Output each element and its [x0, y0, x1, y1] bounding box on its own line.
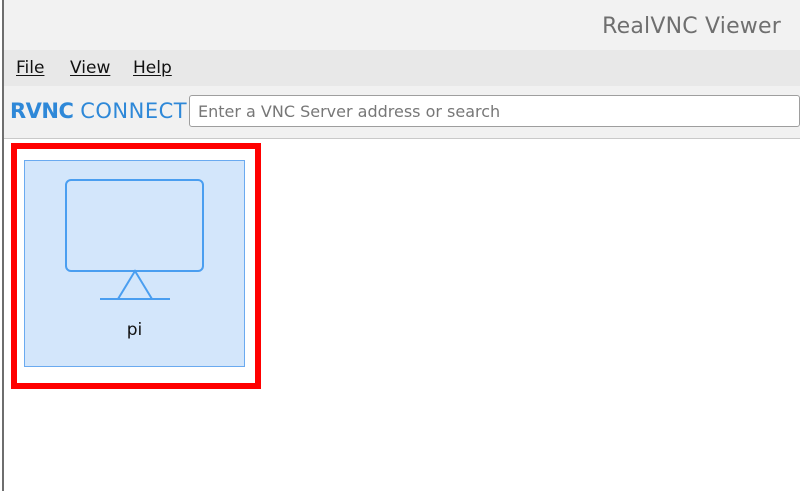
- menu-bar: File View Help: [4, 50, 800, 86]
- menu-view[interactable]: View: [70, 58, 110, 78]
- toolbar: RVNC CONNECT: [4, 86, 800, 139]
- logo-text-main: RVNC: [10, 99, 74, 123]
- logo-text-accent: CONNECT: [80, 99, 188, 123]
- window-title: RealVNC Viewer: [602, 14, 781, 39]
- vnc-viewer-window: RealVNC Viewer File View Help RVNC CONNE…: [0, 0, 800, 491]
- title-bar[interactable]: RealVNC Viewer: [4, 0, 800, 50]
- search-input[interactable]: [189, 95, 800, 127]
- menu-file[interactable]: File: [16, 58, 44, 78]
- menu-help[interactable]: Help: [133, 58, 172, 78]
- vnc-connect-logo: RVNC CONNECT: [10, 98, 187, 124]
- selection-highlight: [11, 143, 261, 389]
